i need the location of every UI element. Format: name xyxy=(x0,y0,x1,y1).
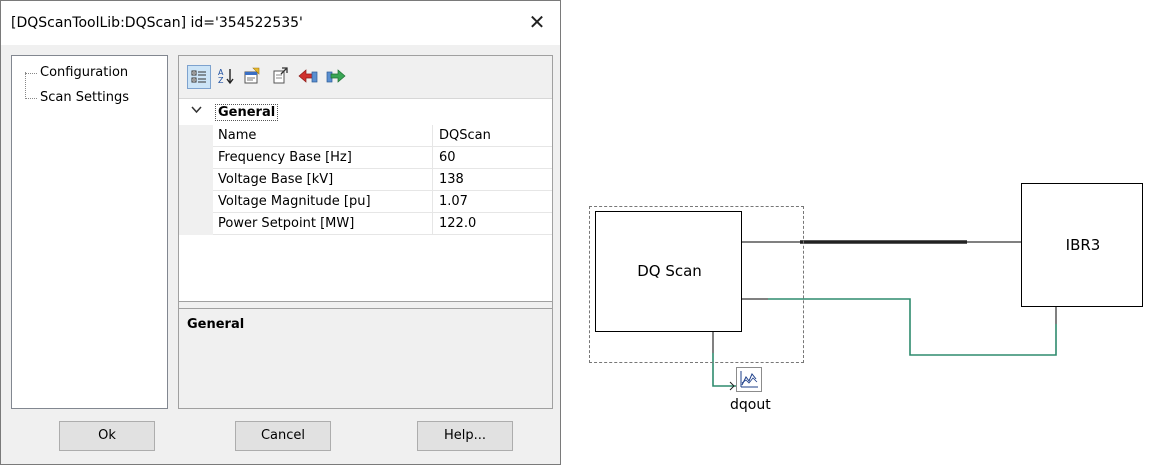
chevron-down-icon[interactable] xyxy=(191,104,202,118)
description-panel: General xyxy=(179,308,552,408)
scope-icon[interactable] xyxy=(736,367,762,392)
property-name: Voltage Magnitude [pu] xyxy=(213,191,433,213)
property-name: Power Setpoint [MW] xyxy=(213,213,433,235)
property-grid-panel: A Z General Name DQScan Frequency Base [… xyxy=(178,55,553,409)
schematic-canvas[interactable]: DQ Scan IBR3 dqout xyxy=(570,150,1158,450)
category-label: General xyxy=(215,104,279,121)
property-row-name[interactable]: Name DQScan xyxy=(179,125,552,147)
block-label: DQ Scan xyxy=(637,262,702,280)
property-row-power-setpoint[interactable]: Power Setpoint [MW] 122.0 xyxy=(179,213,552,235)
dialog-title: [DQScanToolLib:DQScan] id='354522535' xyxy=(11,15,303,31)
property-row-voltage-base[interactable]: Voltage Base [kV] 138 xyxy=(179,169,552,191)
tree-item-label: Configuration xyxy=(40,65,129,80)
block-label: IBR3 xyxy=(1065,236,1101,254)
svg-text:Z: Z xyxy=(218,76,224,85)
tree-item-scan-settings[interactable]: Scan Settings xyxy=(25,90,130,105)
settings-tree: Configuration Scan Settings xyxy=(11,55,168,409)
alphabetical-sort-icon[interactable]: A Z xyxy=(215,65,237,87)
property-name: Voltage Base [kV] xyxy=(213,169,433,191)
property-value[interactable]: 60 xyxy=(433,147,552,169)
tree-item-label: Scan Settings xyxy=(40,90,130,105)
title-bar[interactable]: [DQScanToolLib:DQScan] id='354522535' ✕ xyxy=(1,1,560,45)
output-label: dqout xyxy=(730,397,771,413)
property-pages-icon[interactable] xyxy=(241,65,263,87)
property-value[interactable]: DQScan xyxy=(433,125,552,147)
ok-button[interactable]: Ok xyxy=(59,421,155,451)
import-red-icon[interactable] xyxy=(297,65,319,87)
property-toolbar: A Z xyxy=(179,56,552,98)
property-name: Name xyxy=(213,125,433,147)
cancel-button[interactable]: Cancel xyxy=(235,421,331,451)
category-row-general[interactable]: General xyxy=(179,101,552,123)
ibr3-block[interactable]: IBR3 xyxy=(1021,183,1143,307)
property-row-voltage-magnitude[interactable]: Voltage Magnitude [pu] 1.07 xyxy=(179,191,552,213)
dialog-window: [DQScanToolLib:DQScan] id='354522535' ✕ … xyxy=(0,0,561,465)
property-value[interactable]: 122.0 xyxy=(433,213,552,235)
import-green-icon[interactable] xyxy=(325,65,347,87)
export-icon[interactable] xyxy=(269,65,291,87)
categorized-icon[interactable] xyxy=(187,65,211,89)
close-button[interactable]: ✕ xyxy=(521,7,553,37)
property-value[interactable]: 1.07 xyxy=(433,191,552,213)
dq-scan-block[interactable]: DQ Scan xyxy=(595,211,742,332)
help-button[interactable]: Help... xyxy=(417,421,513,451)
property-value[interactable]: 138 xyxy=(433,169,552,191)
tree-item-configuration[interactable]: Configuration xyxy=(25,65,129,80)
property-grid: General Name DQScan Frequency Base [Hz] … xyxy=(179,98,552,302)
description-title: General xyxy=(187,317,245,332)
signal-wire[interactable] xyxy=(768,298,1057,356)
property-name: Frequency Base [Hz] xyxy=(213,147,433,169)
property-row-frequency-base[interactable]: Frequency Base [Hz] 60 xyxy=(179,147,552,169)
